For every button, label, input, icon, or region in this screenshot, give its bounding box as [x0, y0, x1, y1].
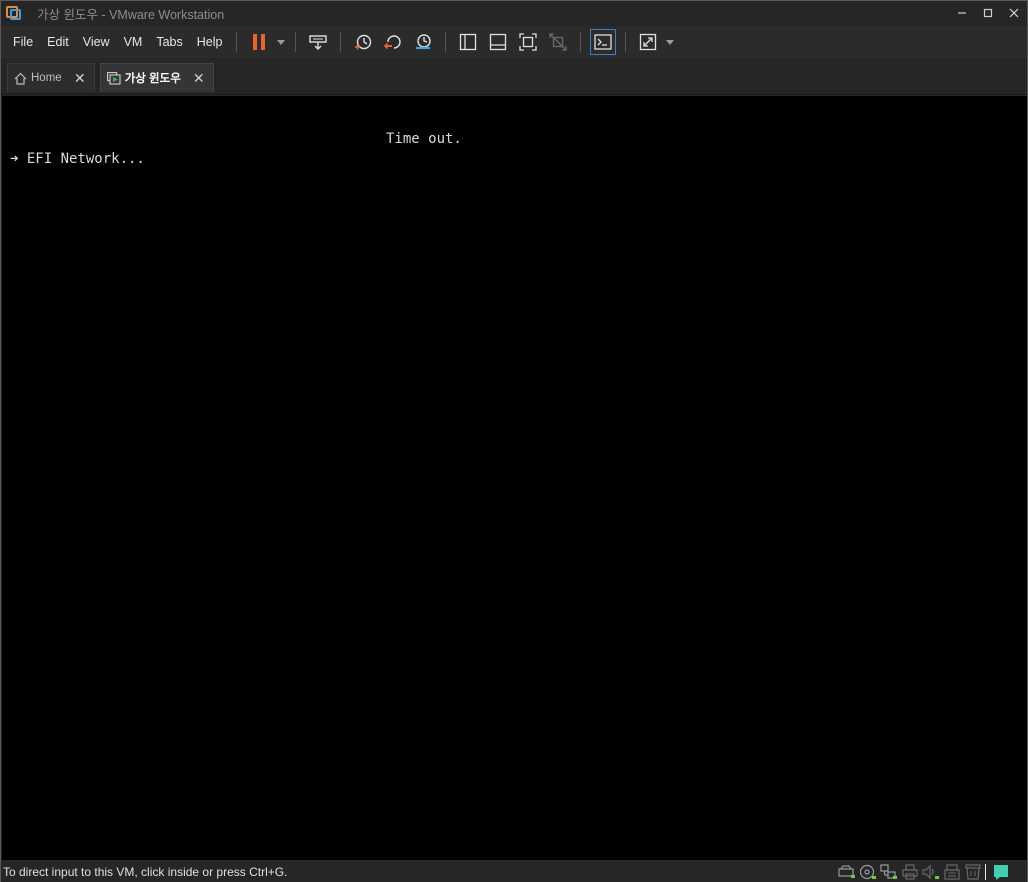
maximize-icon — [983, 8, 993, 18]
vmware-window: 가상 윈도우 - VMware Workstation File Edit Vi… — [0, 0, 1028, 882]
tab-home[interactable]: Home ✕ — [7, 63, 95, 92]
menu-view[interactable]: View — [76, 30, 117, 54]
title-bar: 가상 윈도우 - VMware Workstation — [1, 1, 1027, 25]
thumbnail-bar-icon — [490, 33, 507, 51]
power-dropdown-button[interactable] — [274, 28, 288, 56]
toolbar-separator — [625, 32, 627, 52]
sound-card-icon — [921, 864, 939, 880]
menu-vm[interactable]: VM — [117, 30, 150, 54]
usb-status-button[interactable] — [941, 863, 962, 881]
console-line: Time out. — [386, 131, 462, 147]
send-ctrl-alt-del-icon — [309, 35, 328, 50]
chevron-down-icon — [666, 39, 675, 45]
tab-vm-label: 가상 윈도우 — [124, 73, 181, 85]
show-library-button[interactable] — [453, 28, 483, 56]
minimize-icon — [958, 12, 966, 14]
stretch-guest-icon — [640, 33, 657, 51]
full-screen-button[interactable] — [513, 28, 543, 56]
tab-virtual-machine[interactable]: 가상 윈도우 ✕ — [99, 63, 214, 92]
console-line: ➜ EFI Network... — [10, 151, 145, 167]
menu-toolbar: File Edit View VM Tabs Help — [1, 26, 1027, 58]
stretch-dropdown-button[interactable] — [663, 28, 677, 56]
tab-vm-close-button[interactable]: ✕ — [191, 70, 207, 87]
menu-edit[interactable]: Edit — [40, 30, 76, 54]
tab-home-label: Home — [31, 72, 62, 84]
vm-running-icon — [106, 71, 121, 85]
cd-dvd-status-button[interactable] — [857, 863, 878, 881]
unity-button[interactable] — [543, 28, 573, 56]
window-title: 가상 윈도우 - VMware Workstation — [37, 7, 225, 22]
show-library-icon — [460, 33, 477, 51]
full-screen-icon — [519, 33, 538, 51]
menu-help[interactable]: Help — [190, 30, 230, 54]
hard-disk-icon — [837, 865, 855, 878]
status-bar: To direct input to this VM, click inside… — [1, 861, 1027, 882]
menu-tabs[interactable]: Tabs — [149, 30, 189, 54]
usb-icon — [943, 864, 960, 880]
status-separator — [985, 864, 986, 880]
chevron-down-icon — [277, 39, 286, 45]
revert-snapshot-icon — [384, 35, 402, 50]
unity-icon — [549, 33, 568, 51]
menu-file[interactable]: File — [6, 30, 40, 54]
floppy-status-button[interactable] — [962, 863, 983, 881]
pause-icon — [253, 34, 266, 50]
toolbar-separator — [295, 32, 297, 52]
take-snapshot-button[interactable] — [348, 28, 378, 56]
tab-bar: Home ✕ 가상 윈도우 ✕ — [1, 59, 1027, 95]
console-view-icon — [594, 34, 613, 50]
toolbar-separator — [580, 32, 582, 52]
toolbar-separator — [340, 32, 342, 52]
take-snapshot-icon — [355, 34, 372, 50]
printer-status-button[interactable] — [899, 863, 920, 881]
snapshot-manager-button[interactable] — [408, 28, 438, 56]
message-log-button[interactable] — [990, 863, 1011, 881]
send-ctrl-alt-del-button[interactable] — [303, 28, 333, 56]
sound-status-button[interactable] — [920, 863, 941, 881]
message-icon — [993, 865, 1008, 880]
minimize-button[interactable] — [949, 1, 975, 25]
vm-console-screen[interactable]: Time out. ➜ EFI Network... — [2, 96, 1027, 860]
hard-disk-status-button[interactable] — [836, 863, 857, 881]
tab-home-close-button[interactable]: ✕ — [72, 70, 88, 87]
revert-snapshot-button[interactable] — [378, 28, 408, 56]
floppy-icon — [964, 864, 981, 880]
stretch-guest-button[interactable] — [633, 28, 663, 56]
console-view-button[interactable] — [590, 29, 617, 55]
status-message: To direct input to this VM, click inside… — [3, 864, 288, 879]
home-icon — [14, 72, 27, 85]
close-icon — [1009, 8, 1019, 18]
vmware-logo-icon — [6, 5, 22, 21]
pause-button[interactable] — [244, 28, 274, 56]
maximize-button[interactable] — [975, 1, 1001, 25]
snapshot-manager-icon — [416, 34, 432, 50]
close-window-button[interactable] — [1001, 1, 1027, 25]
toolbar-separator — [236, 32, 238, 52]
thumbnail-bar-button[interactable] — [483, 28, 513, 56]
cd-dvd-icon — [859, 864, 876, 880]
network-adapter-icon — [879, 864, 897, 879]
toolbar-separator — [445, 32, 447, 52]
network-status-button[interactable] — [878, 863, 899, 881]
printer-icon — [901, 864, 918, 880]
